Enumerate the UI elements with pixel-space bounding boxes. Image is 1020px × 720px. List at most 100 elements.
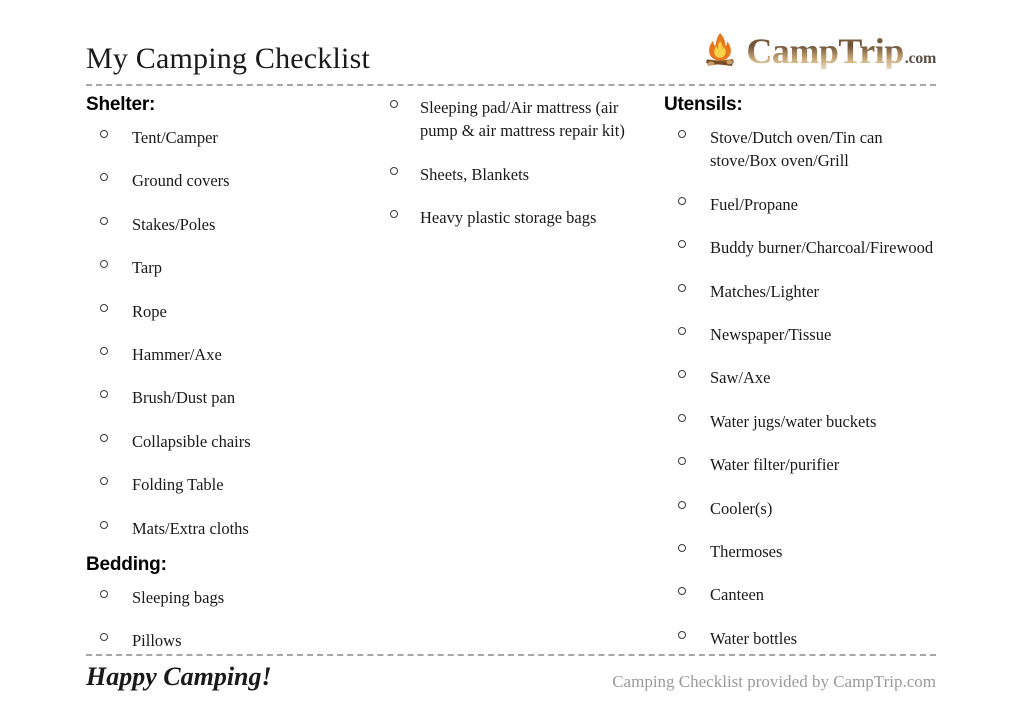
divider-top [86,84,936,86]
checkbox-circle-icon[interactable] [100,216,108,225]
list-item[interactable]: Stove/Dutch oven/Tin can stove/Box oven/… [664,126,948,173]
checkbox-circle-icon[interactable] [100,589,108,598]
list-item[interactable]: Matches/Lighter [664,280,948,303]
list-item-label: Stove/Dutch oven/Tin can stove/Box oven/… [710,127,883,171]
checkbox-circle-icon[interactable] [390,210,398,219]
checkbox-circle-icon[interactable] [100,477,108,486]
list-item[interactable]: Canteen [664,583,948,606]
list-item-label: Stakes/Poles [132,214,216,234]
checkbox-circle-icon[interactable] [678,544,686,553]
list-item[interactable]: Sheets, Blankets [376,163,644,186]
list-item-label: Folding Table [132,475,224,495]
checkbox-circle-icon[interactable] [100,173,108,182]
campfire-icon [706,33,735,66]
list-item-label: Tent/Camper [132,127,218,147]
list-item-label: Water bottles [710,628,798,648]
list-item-label: Collapsible chairs [132,431,251,451]
checkbox-circle-icon[interactable] [100,390,108,399]
section-heading-utensils: Utensils: [664,94,743,115]
list-item-label: Sleeping bags [132,587,225,607]
checklist-shelter: Tent/Camper Ground covers Stakes/Poles T… [86,126,371,540]
list-item[interactable]: Tent/Camper [86,126,371,149]
list-item-label: Matches/Lighter [710,281,820,301]
footer-slogan: Happy Camping! [86,662,272,691]
list-item[interactable]: Rope [86,300,371,323]
logo-wordmark: CampTrip .com [746,33,936,69]
list-item[interactable]: Collapsible chairs [86,430,371,453]
checklist-utensils: Stove/Dutch oven/Tin can stove/Box oven/… [664,126,948,650]
checkbox-circle-icon[interactable] [678,413,686,422]
checklist-page: My Camping Checklist CampTrip .com Shelt… [0,0,1020,720]
list-item-label: Brush/Dust pan [132,388,236,408]
list-item-label: Buddy burner/Charcoal/Firewood [710,238,934,258]
list-item-label: Cooler(s) [710,498,773,518]
list-item-label: Water jugs/water buckets [710,411,877,431]
list-item-label: Newspaper/Tissue [710,324,832,344]
checkbox-circle-icon[interactable] [678,370,686,379]
list-item-label: Saw/Axe [710,368,771,388]
list-item[interactable]: Sleeping bags [86,586,371,609]
list-item[interactable]: Water jugs/water buckets [664,410,948,433]
checkbox-circle-icon[interactable] [100,346,108,355]
list-item-label: Hammer/Axe [132,344,222,364]
list-item[interactable]: Stakes/Poles [86,213,371,236]
checkbox-circle-icon[interactable] [100,520,108,529]
list-item-label: Ground covers [132,171,230,191]
checkbox-circle-icon[interactable] [678,283,686,292]
checkbox-circle-icon[interactable] [100,129,108,138]
section-heading-bedding: Bedding: [86,554,167,576]
list-item-label: Tarp [132,258,162,278]
logo-tld: .com [904,50,937,67]
list-item-label: Fuel/Propane [710,194,798,214]
list-item[interactable]: Thermoses [664,540,948,563]
checkbox-circle-icon[interactable] [390,166,398,175]
list-item[interactable]: Mats/Extra cloths [86,517,371,540]
page-footer: Happy Camping! Camping Checklist provide… [86,662,936,702]
page-header: My Camping Checklist CampTrip .com [86,22,936,78]
checklist-bedding: Sleeping bags Pillows [86,586,371,653]
checkbox-circle-icon[interactable] [678,240,686,249]
list-item[interactable]: Pillows [86,629,371,652]
list-item[interactable]: Fuel/Propane [664,193,948,216]
checkbox-circle-icon[interactable] [100,260,108,269]
column-left: Shelter: Tent/Camper Ground covers Stake… [86,94,371,653]
list-item[interactable]: Water filter/purifier [664,453,948,476]
list-item-label: Mats/Extra cloths [132,518,249,538]
list-item[interactable]: Ground covers [86,169,371,192]
checklist-columns: Shelter: Tent/Camper Ground covers Stake… [86,94,948,650]
checkbox-circle-icon[interactable] [678,196,686,205]
camptrip-logo[interactable]: CampTrip .com [698,26,936,76]
list-item-label: Thermoses [710,542,783,562]
column-middle: Sleeping pad/Air mattress (air pump & ai… [376,94,644,230]
checkbox-circle-icon[interactable] [100,633,108,642]
checkbox-circle-icon[interactable] [678,129,686,138]
logo-word: CampTrip [746,31,904,71]
section-heading-shelter: Shelter: [86,94,156,115]
list-item[interactable]: Sleeping pad/Air mattress (air pump & ai… [376,96,644,143]
list-item-label: Rope [132,301,167,321]
list-item[interactable]: Buddy burner/Charcoal/Firewood [664,236,948,259]
checkbox-circle-icon[interactable] [678,500,686,509]
list-item[interactable]: Hammer/Axe [86,343,371,366]
divider-bottom [86,654,936,656]
list-item[interactable]: Water bottles [664,627,948,650]
checkbox-circle-icon[interactable] [678,326,686,335]
list-item[interactable]: Heavy plastic storage bags [376,206,644,229]
checkbox-circle-icon[interactable] [390,100,398,108]
checkbox-circle-icon[interactable] [100,303,108,312]
list-item[interactable]: Newspaper/Tissue [664,323,948,346]
list-item-label: Sheets, Blankets [420,164,530,184]
checklist-bedding-continued: Sleeping pad/Air mattress (air pump & ai… [376,96,644,230]
footer-credit: Camping Checklist provided by CampTrip.c… [612,672,936,691]
list-item-label: Pillows [132,631,182,651]
checkbox-circle-icon[interactable] [678,587,686,596]
list-item[interactable]: Tarp [86,256,371,279]
checkbox-circle-icon[interactable] [678,630,686,639]
list-item[interactable]: Brush/Dust pan [86,386,371,409]
list-item[interactable]: Folding Table [86,473,371,496]
list-item[interactable]: Cooler(s) [664,497,948,520]
list-item-label: Heavy plastic storage bags [420,208,597,228]
checkbox-circle-icon[interactable] [678,457,686,466]
list-item[interactable]: Saw/Axe [664,366,948,389]
checkbox-circle-icon[interactable] [100,433,108,442]
